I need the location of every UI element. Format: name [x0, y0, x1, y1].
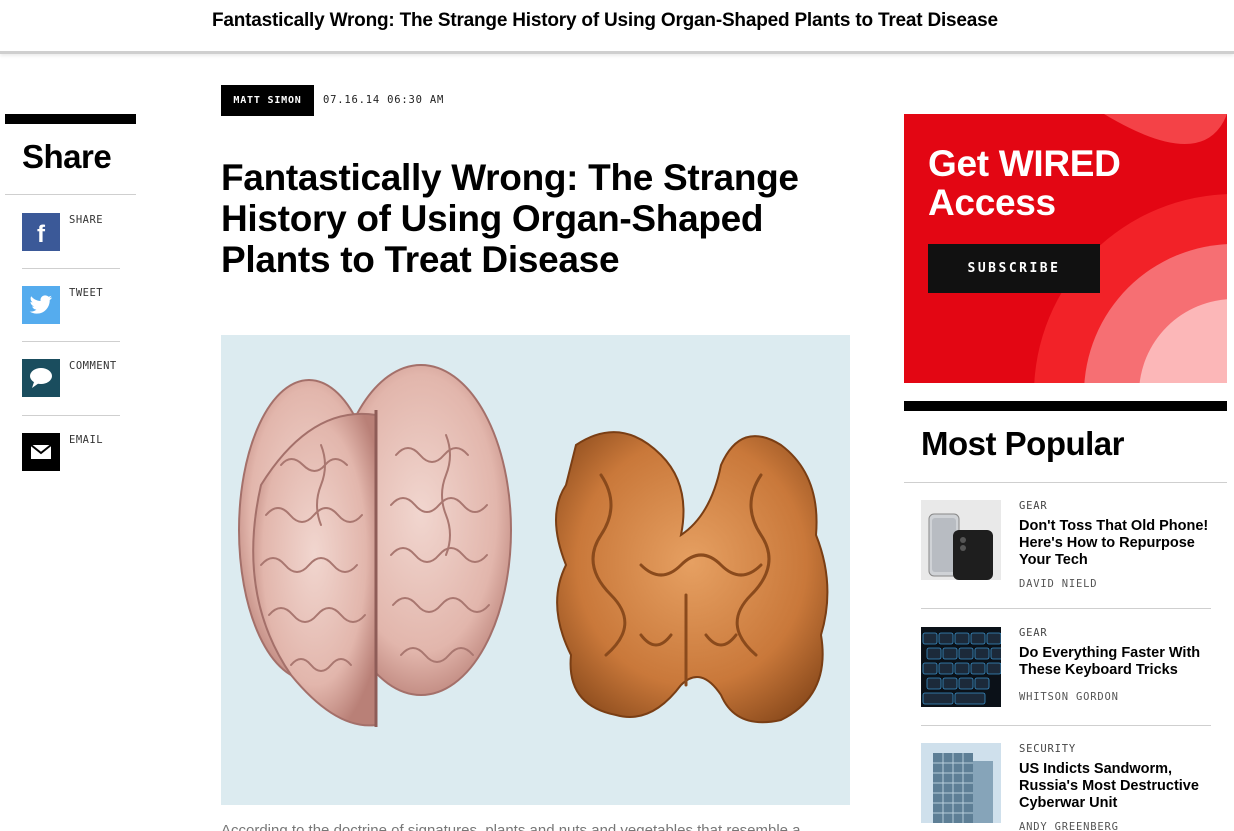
keyboard-thumbnail [921, 627, 1001, 707]
share-label: COMMENT [69, 360, 117, 372]
subscription-ad[interactable]: Get WIRED Access SUBSCRIBE [904, 114, 1227, 383]
most-popular-item[interactable]: GEAR Do Everything Faster With These Key… [921, 627, 1211, 737]
share-twitter-button[interactable]: TWEET [22, 286, 120, 342]
most-popular-item[interactable]: SECURITY US Indicts Sandworm, Russia's M… [921, 743, 1211, 831]
publish-date: 07.16.14 06:30 AM [323, 94, 445, 106]
brain-image [238, 364, 512, 727]
article-title[interactable]: US Indicts Sandworm, Russia's Most Destr… [1019, 761, 1219, 812]
brain-and-walnut-illustration [238, 364, 829, 727]
share-divider [22, 341, 120, 342]
article-headline: Fantastically Wrong: The Strange History… [221, 157, 799, 280]
share-comment-button[interactable]: COMMENT [22, 359, 120, 415]
ad-title: Get WIRED Access [928, 143, 1121, 223]
walnut-image [555, 431, 829, 724]
most-popular-divider [921, 725, 1211, 726]
most-popular-top-rule [904, 401, 1227, 411]
share-label: TWEET [69, 287, 104, 299]
twitter-icon [22, 286, 60, 324]
most-popular-item[interactable]: GEAR Don't Toss That Old Phone! Here's H… [921, 500, 1211, 610]
share-label: EMAIL [69, 434, 104, 446]
email-icon [22, 433, 60, 471]
share-email-button[interactable]: EMAIL [22, 433, 120, 489]
most-popular-divider [904, 482, 1227, 483]
author-link[interactable]: MATT SIMON [221, 85, 314, 116]
article-category: GEAR [1019, 627, 1048, 639]
lead-image [221, 335, 850, 805]
article-author[interactable]: WHITSON GORDON [1019, 691, 1119, 703]
header-article-title: Fantastically Wrong: The Strange History… [212, 10, 998, 31]
share-label: SHARE [69, 214, 104, 226]
comment-icon [22, 359, 60, 397]
article-title[interactable]: Don't Toss That Old Phone! Here's How to… [1019, 518, 1219, 569]
article-author[interactable]: DAVID NIELD [1019, 578, 1097, 590]
subscribe-button[interactable]: SUBSCRIBE [928, 244, 1100, 293]
svg-text:f: f [37, 221, 46, 248]
share-heading: Share [22, 138, 112, 175]
share-divider [5, 194, 136, 195]
article-teaser: According to the doctrine of signatures,… [221, 822, 801, 831]
most-popular-heading: Most Popular [921, 425, 1125, 462]
share-divider [22, 268, 120, 269]
share-divider [22, 415, 120, 416]
phone-thumbnail [921, 500, 1001, 580]
article-title[interactable]: Do Everything Faster With These Keyboard… [1019, 645, 1219, 679]
article-category: SECURITY [1019, 743, 1076, 755]
article-category: GEAR [1019, 500, 1048, 512]
share-facebook-button[interactable]: f SHARE [22, 213, 120, 269]
facebook-icon: f [22, 213, 60, 251]
share-top-rule [5, 114, 136, 124]
building-thumbnail [921, 743, 1001, 823]
most-popular-divider [921, 608, 1211, 609]
article-author[interactable]: ANDY GREENBERG [1019, 821, 1119, 831]
sticky-header: Fantastically Wrong: The Strange History… [0, 0, 1234, 54]
